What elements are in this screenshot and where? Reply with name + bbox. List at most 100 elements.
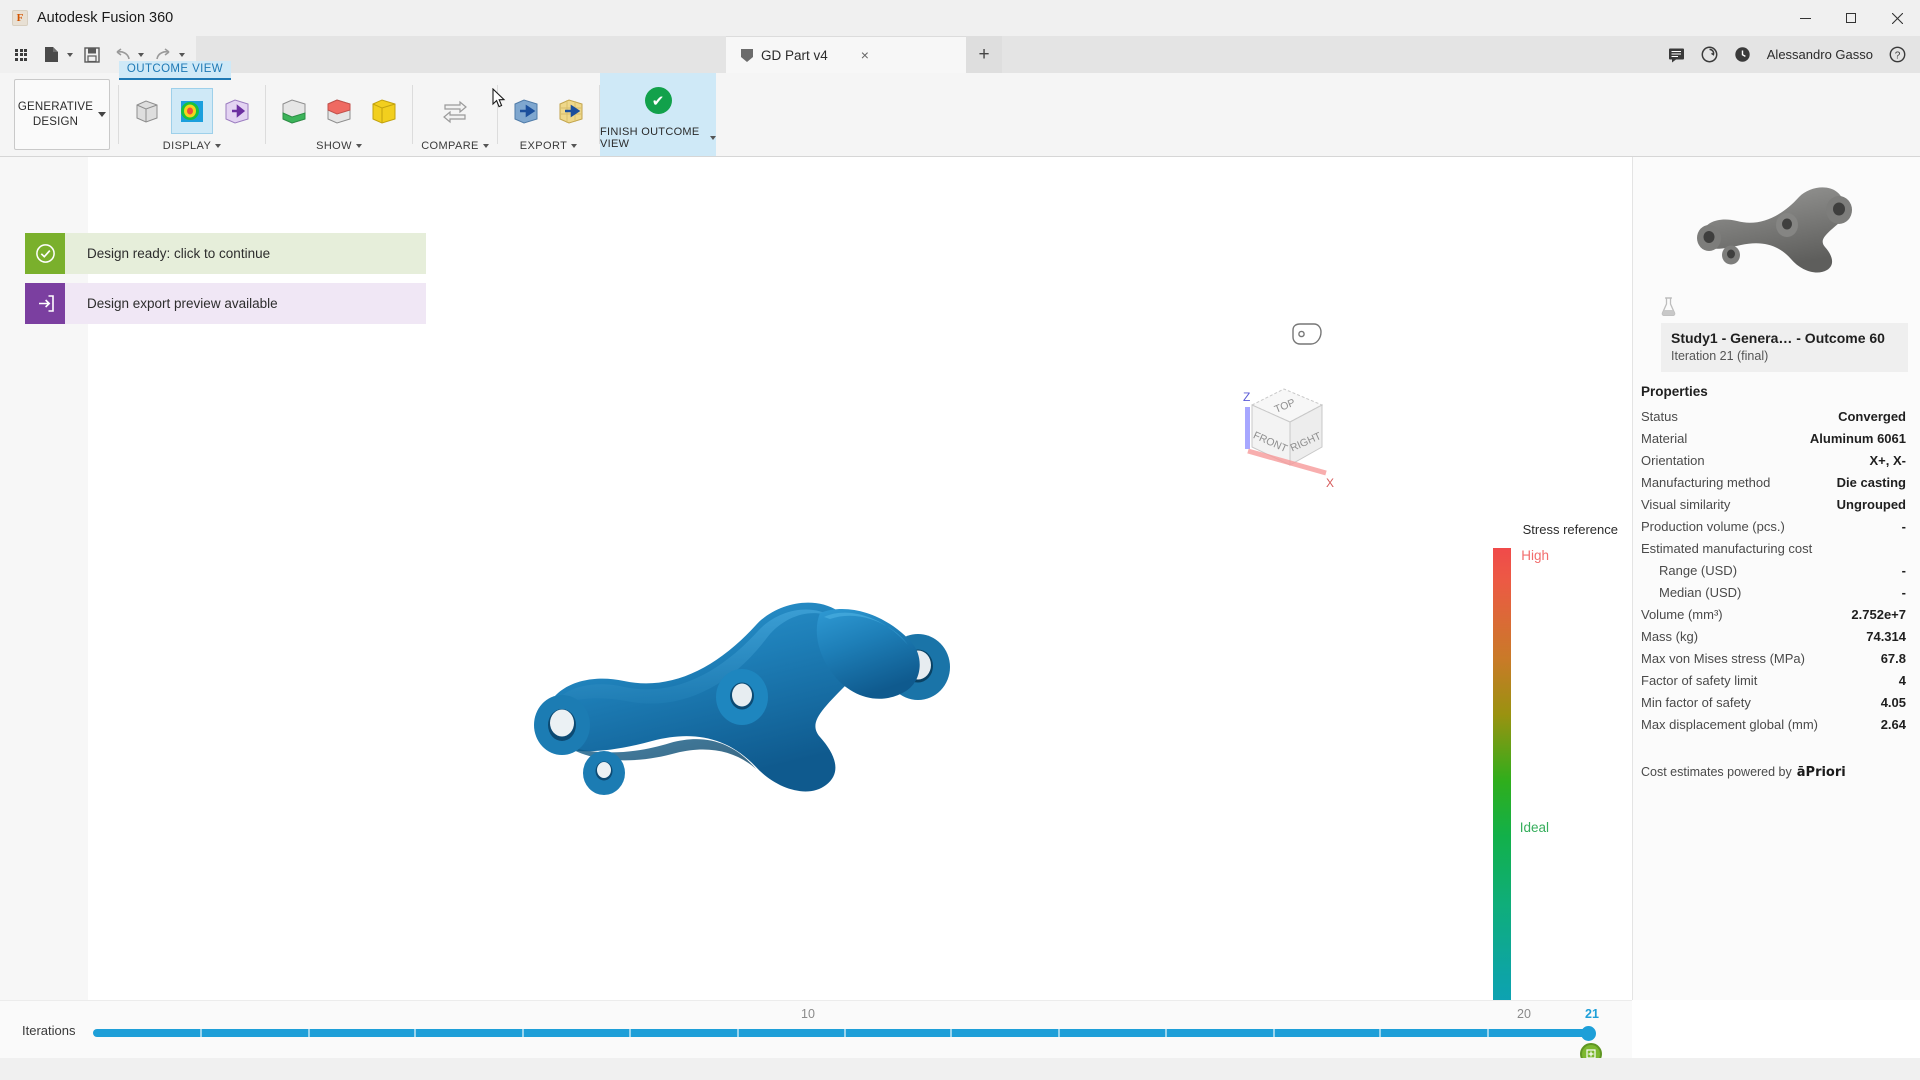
job-status-button[interactable] <box>1701 46 1718 63</box>
property-key: Estimated manufacturing cost <box>1641 540 1813 556</box>
ribbon-panel-display: OUTCOME VIEW DISPLAY <box>119 61 265 156</box>
chevron-down-icon[interactable] <box>571 144 578 148</box>
outcome-card[interactable]: Study1 - Genera… - Outcome 60 Iteration … <box>1661 323 1908 372</box>
fusion-logo-icon: F <box>12 10 28 26</box>
finish-outcome-view-button[interactable]: ✔ FINISH OUTCOME VIEW <box>600 73 716 156</box>
compare-label: COMPARE <box>421 140 479 152</box>
cube-red-icon <box>327 99 351 124</box>
iterations-slider-handle[interactable] <box>1581 1026 1596 1041</box>
window-titlebar: F Autodesk Fusion 360 <box>0 0 1920 36</box>
save-button[interactable] <box>78 41 106 69</box>
property-value: 2.752e+7 <box>1851 606 1906 622</box>
mouse-cursor <box>492 87 506 113</box>
apriori-logo: āPriori <box>1796 765 1846 780</box>
property-value: Aluminum 6061 <box>1809 430 1906 446</box>
compare-outcomes-button[interactable] <box>435 89 475 133</box>
export-blue-icon <box>514 99 538 124</box>
generative-design-model[interactable] <box>520 577 1060 857</box>
property-row-estimated-manufacturing-cost: Estimated manufacturing cost <box>1633 537 1920 559</box>
comment-icon <box>1668 48 1684 62</box>
cube-green-icon <box>282 99 306 124</box>
show-obstacle-button[interactable] <box>319 89 359 133</box>
ribbon-panel-export-label[interactable]: EXPORT <box>498 136 599 156</box>
outcome-card-title: Study1 - Genera… - Outcome 60 <box>1671 330 1885 346</box>
finish-outcome-view-label: FINISH OUTCOME VIEW <box>600 126 716 150</box>
chevron-down-icon[interactable] <box>710 136 716 140</box>
chevron-down-icon[interactable] <box>98 112 107 117</box>
document-icon <box>741 48 753 62</box>
property-row-status: Status Converged <box>1633 405 1920 427</box>
history-button[interactable] <box>1734 46 1751 63</box>
notification-export-preview-text: Design export preview available <box>65 283 426 324</box>
app-title: Autodesk Fusion 360 <box>37 10 174 26</box>
help-icon: ? <box>1889 46 1906 63</box>
document-tab-close-icon[interactable]: × <box>861 48 869 62</box>
export-yellow-icon <box>559 99 583 124</box>
property-value: 2.64 <box>1880 716 1906 732</box>
property-key: Factor of safety limit <box>1641 672 1758 688</box>
property-key: Manufacturing method <box>1641 474 1771 490</box>
undo-caret-icon[interactable] <box>138 52 144 57</box>
export-label: EXPORT <box>519 140 568 152</box>
new-file-button[interactable] <box>37 41 65 69</box>
grid-icon <box>15 48 27 61</box>
stress-legend-high-label: High <box>1521 548 1549 563</box>
workspace-switcher[interactable]: GENERATIVE DESIGN <box>14 79 110 150</box>
export-mesh-button[interactable] <box>506 89 546 133</box>
property-key: Visual similarity <box>1641 496 1731 512</box>
property-row-visual-similarity: Visual similarity Ungrouped <box>1633 493 1920 515</box>
refresh-icon <box>1701 46 1718 63</box>
workspace-label-line1: GENERATIVE <box>17 100 94 113</box>
property-value: - <box>1901 584 1906 600</box>
stress-legend-ideal-label: Ideal <box>1519 820 1549 835</box>
document-tab[interactable]: GD Part v4 × <box>726 36 966 73</box>
viewport-canvas[interactable]: Design ready: click to continue Design e… <box>0 157 1632 1080</box>
new-file-caret-icon[interactable] <box>67 52 73 57</box>
close-button[interactable] <box>1874 0 1920 36</box>
redo-caret-icon[interactable] <box>179 52 185 57</box>
maximize-button[interactable] <box>1828 0 1874 36</box>
ribbon-panel-display-label[interactable]: DISPLAY <box>119 136 265 156</box>
property-value: - <box>1901 518 1906 534</box>
view-cube[interactable]: TOP FRONT RIGHT Z X <box>1222 375 1342 493</box>
properties-list: Status Converged Material Aluminum 6061 … <box>1633 405 1920 735</box>
undo-icon <box>116 47 130 59</box>
property-row-material: Material Aluminum 6061 <box>1633 427 1920 449</box>
minimize-button[interactable] <box>1782 0 1828 36</box>
chevron-down-icon[interactable] <box>215 144 222 148</box>
workspace-label: GENERATIVE DESIGN <box>18 100 93 130</box>
data-panel-button[interactable] <box>7 41 35 69</box>
notification-design-ready[interactable]: Design ready: click to continue <box>25 233 426 274</box>
export-solid-button[interactable] <box>551 89 591 133</box>
redo-icon <box>155 47 169 59</box>
cube-shaded-icon <box>136 100 158 123</box>
chevron-down-icon[interactable] <box>355 144 362 148</box>
properties-heading: Properties <box>1641 384 1708 399</box>
notification-export-preview[interactable]: Design export preview available <box>25 283 426 324</box>
display-stress-button[interactable] <box>171 88 213 134</box>
maximize-icon <box>1846 13 1856 23</box>
outcome-preview-thumbnail[interactable] <box>1633 157 1920 297</box>
property-key: Production volume (pcs.) <box>1641 518 1785 534</box>
show-starting-shape-button[interactable] <box>364 89 404 133</box>
notification-design-ready-text: Design ready: click to continue <box>65 233 426 274</box>
property-value: 74.314 <box>1866 628 1906 644</box>
check-circle-icon <box>25 233 65 274</box>
property-value: 4.05 <box>1880 694 1906 710</box>
ribbon-panel-compare-label[interactable]: COMPARE <box>413 136 497 156</box>
new-tab-button[interactable]: + <box>966 36 1002 73</box>
help-button[interactable]: ? <box>1889 46 1906 63</box>
notifications-button[interactable] <box>1668 47 1685 63</box>
chevron-down-icon[interactable] <box>482 144 489 148</box>
display-shaded-button[interactable] <box>127 89 167 133</box>
property-row-mass: Mass (kg) 74.314 <box>1633 625 1920 647</box>
notification-stack: Design ready: click to continue Design e… <box>25 233 426 333</box>
ribbon-panel-show-label[interactable]: SHOW <box>266 136 412 156</box>
property-key: Mass (kg) <box>1641 628 1699 644</box>
display-export-preview-button[interactable] <box>217 89 257 133</box>
marking-menu-tag-icon[interactable] <box>1292 323 1322 351</box>
property-value: 4 <box>1898 672 1906 688</box>
show-preserve-button[interactable] <box>274 89 314 133</box>
user-name-label[interactable]: Alessandro Gasso <box>1767 47 1873 62</box>
check-circle-icon: ✔ <box>644 87 672 114</box>
